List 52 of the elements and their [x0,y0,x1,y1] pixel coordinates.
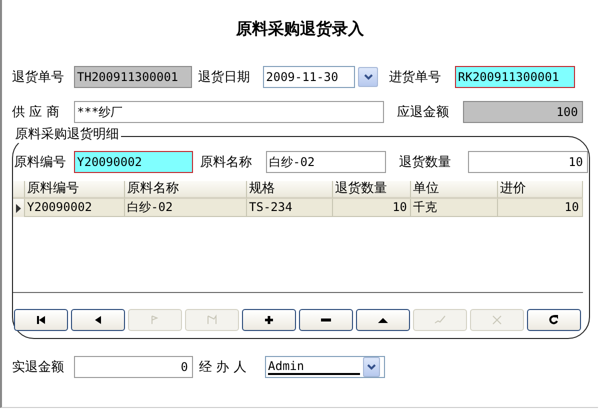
chevron-down-icon [367,364,376,370]
column-header[interactable]: 规格 [247,181,333,199]
table-cell: 10 [498,199,583,217]
field-label: 退货日期 [198,69,251,86]
table-cell: 10 [333,199,411,217]
date-field[interactable]: 2009-11-30 [263,66,355,88]
table-cell: TS-234 [247,199,333,217]
combo-box[interactable]: Admin [265,356,385,378]
form-title: 原料采购退货录入 [236,18,364,40]
input-field[interactable]: RK200911300001 [455,66,575,88]
check-icon [434,314,446,326]
column-header[interactable]: 单位 [411,181,498,199]
table-cell: 千克 [411,199,498,217]
field-label: 供 应 商 [12,104,60,121]
group-legend: 原料采购退货明细 [15,125,121,143]
input-field[interactable]: TH200911300001 [74,66,192,88]
chevron-down-icon [364,74,372,80]
table-cell: 白纱-02 [125,199,247,217]
row-pointer-icon [16,204,21,212]
navigator-button[interactable] [71,309,125,331]
field-label: 退货数量 [399,154,452,171]
refresh-icon [548,314,560,326]
column-header[interactable]: 进价 [498,181,583,199]
table-row[interactable]: Y20090002 白纱-02 TS-234 10 千克 10 [13,199,583,217]
input-field[interactable]: 0 [74,356,193,378]
field-label: 进货单号 [389,69,442,86]
table-cell: Y20090002 [25,199,125,217]
navigator-button[interactable] [14,309,68,331]
cross-icon [491,314,503,326]
first-record-icon [35,314,47,326]
input-field[interactable]: 白纱-02 [266,151,386,173]
field-label: 经 办 人 [199,359,248,376]
input-field[interactable]: Y20090002 [74,151,193,173]
column-header[interactable]: 退货数量 [333,181,411,199]
dropdown-button[interactable] [363,357,380,377]
field-label: 实退金额 [12,359,65,376]
field-label: 原料名称 [200,154,253,171]
input-field[interactable]: 100 [463,101,583,123]
navigator-button[interactable] [527,309,581,331]
input-field[interactable]: 10 [468,151,588,173]
field-label: 应退金额 [397,104,450,121]
dropdown-button[interactable] [358,67,378,87]
input-field[interactable]: ***纱厂 [74,101,384,123]
grid-corner [13,181,25,199]
navigator-button[interactable] [299,309,353,331]
column-header[interactable]: 原料名称 [125,181,247,199]
navigator-button[interactable] [242,309,296,331]
column-header[interactable]: 原料编号 [25,181,125,199]
field-label: 退货单号 [12,69,65,86]
field-label: 原料编号 [14,154,67,171]
navigator-button[interactable] [356,309,410,331]
plus-icon [263,314,275,326]
